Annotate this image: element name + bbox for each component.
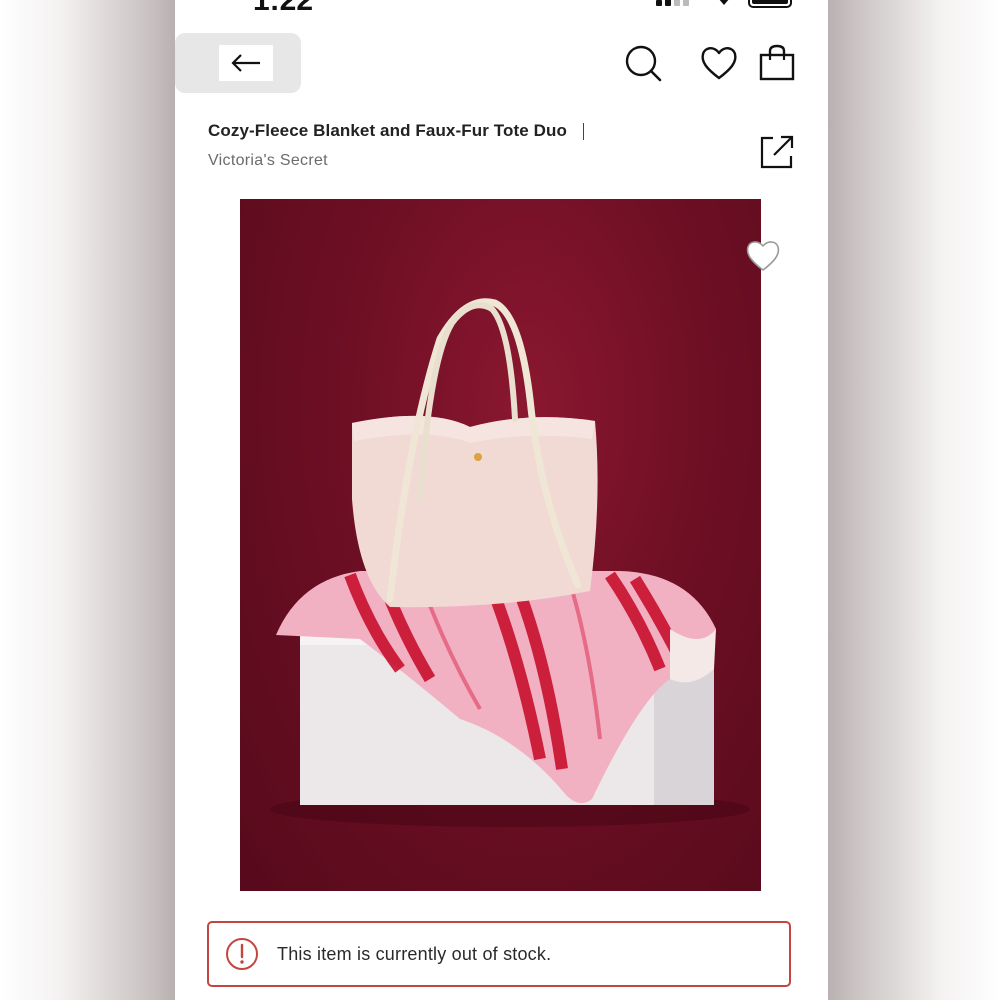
product-image[interactable] [240,199,761,891]
product-title-row: Cozy-Fleece Blanket and Faux-Fur Tote Du… [208,121,584,141]
title-divider [582,122,584,140]
signal-icon [656,0,696,6]
phone-screen: 1:22 Cozy-Fleece Blanket and Faux-Fur To… [175,0,828,1000]
status-time: 1:22 [253,0,314,17]
share-icon[interactable] [757,132,797,172]
product-title: Cozy-Fleece Blanket and Faux-Fur Tote Du… [208,121,567,140]
heart-outline-icon[interactable] [699,43,739,83]
out-of-stock-notice: This item is currently out of stock. [207,921,791,987]
wifi-icon [719,0,729,5]
brand-name[interactable]: Victoria's Secret [208,152,328,170]
alert-circle-icon [226,938,258,970]
product-photo [270,298,750,827]
battery-icon [748,0,792,8]
out-of-stock-message: This item is currently out of stock. [277,943,552,964]
image-heart-icon[interactable] [743,236,783,276]
search-icon[interactable] [623,43,663,83]
shopping-bag-icon[interactable] [757,43,797,83]
background-right [828,0,1000,1000]
back-button[interactable] [175,33,301,93]
back-button-inner [219,45,273,81]
background-left [0,0,175,1000]
arrow-left-icon [231,54,260,72]
status-icons [656,0,792,8]
